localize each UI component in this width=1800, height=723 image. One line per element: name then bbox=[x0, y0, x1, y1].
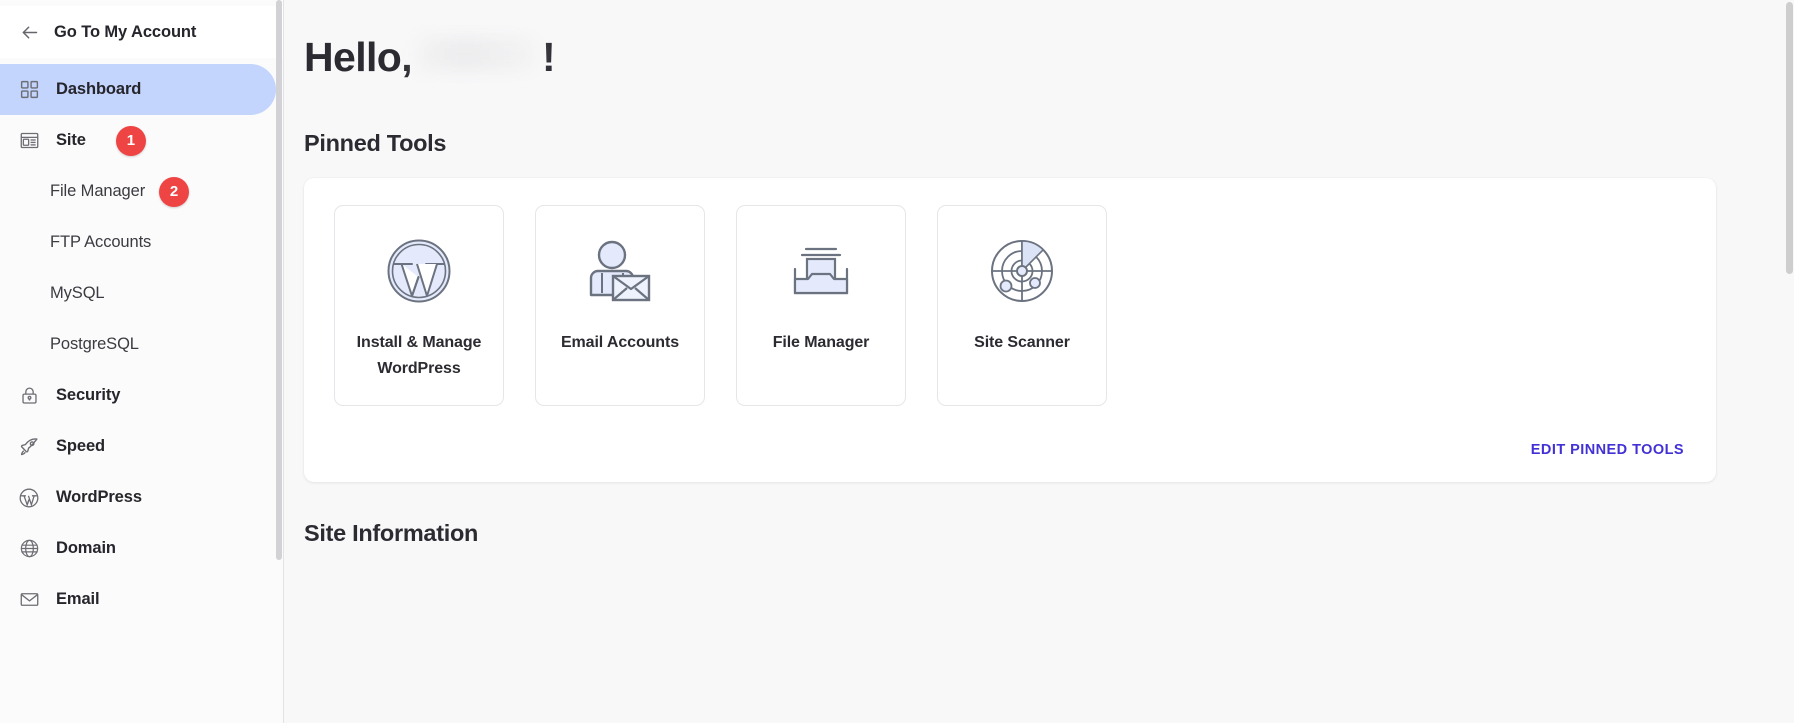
lock-icon bbox=[18, 385, 40, 407]
pinned-tools-heading: Pinned Tools bbox=[304, 130, 1800, 157]
sidebar-item-speed[interactable]: Speed bbox=[0, 421, 276, 472]
rocket-icon bbox=[18, 436, 40, 458]
sidebar-subitem-label: FTP Accounts bbox=[50, 233, 151, 252]
tool-card-label: Site Scanner bbox=[964, 330, 1080, 356]
sidebar-item-postgresql[interactable]: PostgreSQL bbox=[0, 319, 284, 370]
sidebar-subitem-label: MySQL bbox=[50, 284, 105, 303]
sidebar-item-site[interactable]: Site 1 bbox=[0, 115, 276, 166]
sidebar: Go To My Account Dashboard bbox=[0, 0, 284, 723]
tool-card-email-accounts[interactable]: Email Accounts bbox=[535, 205, 705, 406]
pinned-tools-panel: Install & Manage WordPress bbox=[304, 178, 1716, 482]
sidebar-item-file-manager[interactable]: File Manager 2 bbox=[0, 166, 284, 217]
pinned-tools-list: Install & Manage WordPress bbox=[334, 205, 1686, 406]
sidebar-item-ftp-accounts[interactable]: FTP Accounts bbox=[0, 217, 284, 268]
sidebar-nav: Dashboard Site 1 bbox=[0, 58, 284, 625]
grid-icon bbox=[18, 79, 40, 101]
envelope-icon bbox=[18, 589, 40, 611]
site-information-heading: Site Information bbox=[304, 520, 1800, 547]
sidebar-item-label: Email bbox=[56, 590, 100, 609]
pinned-tools-footer: EDIT PINNED TOOLS bbox=[334, 406, 1686, 458]
sidebar-item-email[interactable]: Email bbox=[0, 574, 276, 625]
sidebar-scrollbar-thumb[interactable] bbox=[276, 0, 282, 560]
tool-card-install-manage-wordpress[interactable]: Install & Manage WordPress bbox=[334, 205, 504, 406]
sidebar-item-label: Site bbox=[56, 131, 86, 150]
sidebar-scrollbar[interactable] bbox=[276, 0, 282, 723]
step-badge-1: 1 bbox=[116, 126, 146, 156]
sidebar-subitem-label: PostgreSQL bbox=[50, 335, 139, 354]
wordpress-icon bbox=[376, 228, 462, 314]
main-content: Hello, ! Pinned Tools bbox=[284, 0, 1800, 723]
tool-card-label: Email Accounts bbox=[551, 330, 689, 356]
tool-card-label: Install & Manage WordPress bbox=[335, 330, 503, 383]
sidebar-item-dashboard[interactable]: Dashboard bbox=[0, 64, 276, 115]
redacted-user-name bbox=[418, 37, 536, 71]
main-scrollbar[interactable] bbox=[1786, 0, 1793, 723]
greeting-prefix: Hello, bbox=[304, 34, 412, 81]
tool-card-site-scanner[interactable]: Site Scanner bbox=[937, 205, 1107, 406]
page-title: Hello, ! bbox=[304, 34, 1800, 92]
edit-pinned-tools-link[interactable]: EDIT PINNED TOOLS bbox=[1531, 442, 1684, 458]
tool-card-label: File Manager bbox=[763, 330, 880, 356]
sidebar-item-label: Security bbox=[56, 386, 120, 405]
sidebar-item-domain[interactable]: Domain bbox=[0, 523, 276, 574]
globe-icon bbox=[18, 538, 40, 560]
go-to-my-account-link[interactable]: Go To My Account bbox=[0, 6, 284, 58]
main-inner: Hello, ! Pinned Tools bbox=[284, 0, 1800, 547]
main-right-edge bbox=[1794, 0, 1800, 723]
sidebar-item-label: WordPress bbox=[56, 488, 142, 507]
go-to-my-account-label: Go To My Account bbox=[54, 23, 196, 42]
sidebar-item-mysql[interactable]: MySQL bbox=[0, 268, 284, 319]
radar-icon bbox=[979, 228, 1065, 314]
sidebar-item-label: Domain bbox=[56, 539, 116, 558]
sidebar-subitem-label: File Manager bbox=[50, 182, 145, 201]
sidebar-item-label: Speed bbox=[56, 437, 105, 456]
wordpress-icon bbox=[18, 487, 40, 509]
greeting-suffix: ! bbox=[542, 34, 555, 81]
sidebar-scroll-area: Go To My Account Dashboard bbox=[0, 0, 284, 723]
sidebar-item-label: Dashboard bbox=[56, 80, 141, 99]
browser-window-icon bbox=[18, 130, 40, 152]
step-badge-2: 2 bbox=[159, 177, 189, 207]
sidebar-item-security[interactable]: Security bbox=[0, 370, 276, 421]
arrow-left-icon bbox=[18, 21, 40, 43]
sidebar-item-wordpress[interactable]: WordPress bbox=[0, 472, 276, 523]
user-envelope-icon bbox=[577, 228, 663, 314]
main-scrollbar-thumb[interactable] bbox=[1786, 2, 1793, 274]
app-root: Go To My Account Dashboard bbox=[0, 0, 1800, 723]
file-tray-icon bbox=[778, 228, 864, 314]
tool-card-file-manager[interactable]: File Manager bbox=[736, 205, 906, 406]
